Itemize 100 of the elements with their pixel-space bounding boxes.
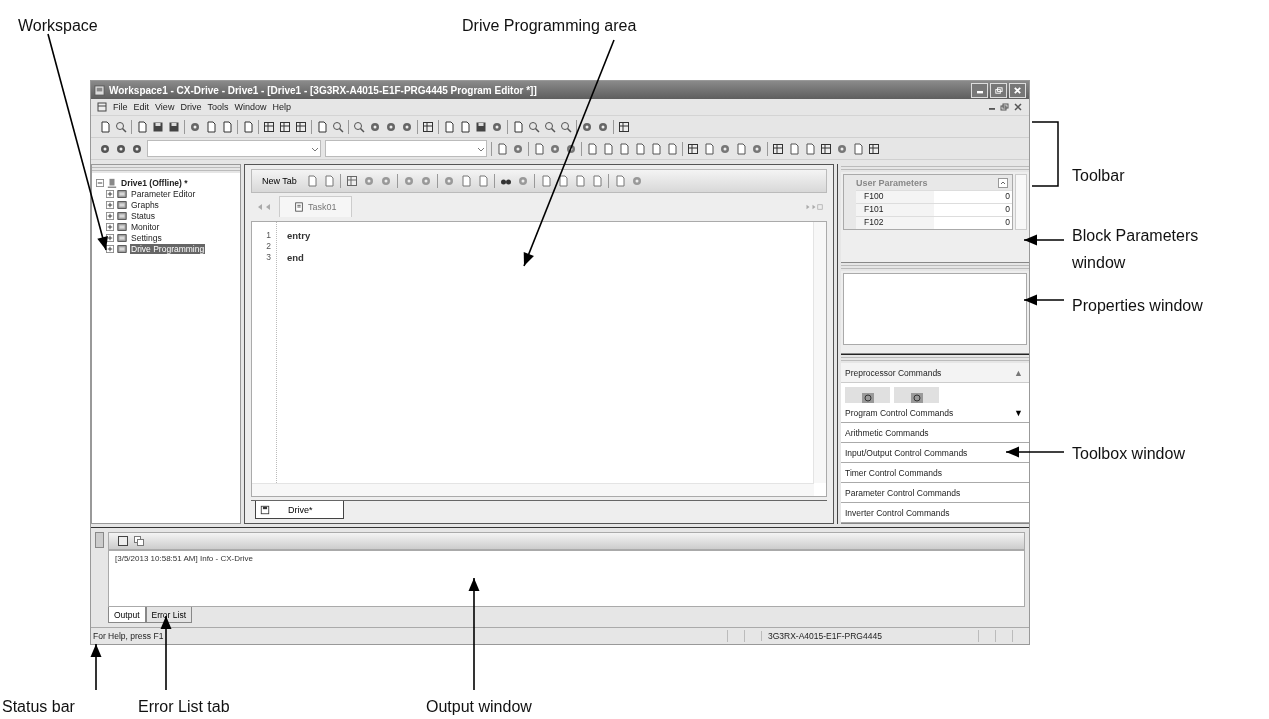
toolbox-section[interactable]: Timer Control Commands — [841, 463, 1029, 483]
toolbox-section[interactable]: Inverter Control Commands — [841, 503, 1029, 523]
tree-item[interactable]: Graphs — [130, 199, 160, 210]
dropdown-field[interactable] — [147, 140, 321, 157]
toolbox-section[interactable]: Arithmetic Commands — [841, 423, 1029, 443]
collapse-icon[interactable] — [998, 177, 1008, 188]
magnifier-icon[interactable] — [332, 120, 344, 133]
toolbox-section[interactable]: Preprocessor Commands ▲ — [841, 363, 1029, 383]
toolbox-section[interactable]: Parameter Control Commands — [841, 483, 1029, 503]
restore-icon[interactable] — [999, 102, 1009, 112]
parameter-value[interactable]: 0 — [934, 204, 1012, 216]
folder-icon — [117, 210, 127, 221]
callout-label: Block Parameters window — [1072, 226, 1200, 274]
tree-item[interactable]: Drive Programming — [130, 243, 206, 254]
close-button[interactable] — [1009, 82, 1026, 98]
parameter-name: F101 — [856, 204, 934, 216]
magnifier-icon[interactable] — [560, 120, 572, 133]
callout-label: Workspace — [18, 16, 98, 36]
horizontal-scrollbar[interactable] — [252, 483, 814, 496]
menu-item[interactable]: Drive — [180, 102, 202, 112]
grid-icon[interactable] — [295, 120, 307, 133]
new-tab-button[interactable]: New Tab — [258, 176, 301, 186]
folder-icon — [117, 232, 127, 243]
parameter-value[interactable]: 0 — [934, 191, 1012, 203]
task-icon — [294, 202, 304, 212]
log-line: [3/5/2013 10:58:51 AM] Info - CX-Drive — [115, 554, 254, 563]
tree-item[interactable]: Parameter Editor — [130, 188, 197, 199]
output-tab[interactable]: Output — [108, 607, 146, 623]
grid-icon[interactable] — [687, 142, 699, 155]
drive-model: 3G3RX-A4015-E1F-PRG4445 — [761, 631, 978, 641]
bracket-line — [1031, 121, 1059, 187]
parameter-name: F100 — [856, 191, 934, 203]
app-icon — [94, 84, 105, 96]
callout-label: Status bar — [2, 697, 75, 717]
clear-icon[interactable] — [117, 535, 129, 547]
code-editor[interactable]: 1 2 3 entry end — [251, 221, 827, 497]
leader-arrow — [1005, 446, 1065, 458]
callout-label: Toolbar — [1072, 166, 1125, 186]
magnifier-icon[interactable] — [115, 120, 127, 133]
menu-item[interactable]: View — [155, 102, 175, 112]
minimize-button[interactable] — [971, 82, 988, 98]
folder-icon — [117, 188, 127, 199]
menu-item[interactable]: Help — [272, 102, 291, 112]
grid-icon[interactable] — [772, 142, 784, 155]
restore-icon — [993, 85, 1004, 95]
callout-label: Properties window — [1072, 296, 1203, 316]
grid-icon[interactable] — [868, 142, 880, 155]
expand-icon[interactable] — [106, 244, 114, 253]
tree-item[interactable]: Drive1 (Offline) * — [120, 177, 189, 188]
leader-arrow — [1023, 234, 1065, 246]
vertical-scrollbar[interactable] — [813, 222, 826, 483]
status-text: For Help, press F1 — [92, 631, 164, 641]
close-icon — [1012, 85, 1023, 95]
magnifier-icon[interactable] — [544, 120, 556, 133]
drive-icon — [107, 177, 117, 188]
grid-icon[interactable] — [345, 175, 358, 187]
command-button[interactable] — [845, 387, 890, 403]
parameter-name: F102 — [856, 217, 934, 229]
close-icon[interactable] — [1013, 102, 1023, 112]
page-icon[interactable] — [556, 175, 569, 187]
tree-item[interactable]: Monitor — [130, 221, 161, 232]
leader-arrow — [1023, 294, 1065, 306]
code-line: entry — [287, 230, 311, 241]
document-tab[interactable]: Drive* — [255, 501, 344, 519]
callout-label: Output window — [426, 697, 532, 717]
copy-icon[interactable] — [133, 535, 145, 547]
magnifier-icon[interactable] — [353, 120, 365, 133]
output-tab[interactable]: Error List — [145, 607, 192, 623]
collapse-icon[interactable] — [96, 178, 104, 187]
menu-item[interactable]: Tools — [207, 102, 229, 112]
magnifier-icon[interactable] — [528, 120, 540, 133]
line-number: 2 — [265, 241, 272, 252]
restore-button[interactable] — [990, 82, 1007, 98]
leader-arrow — [90, 643, 102, 691]
toolbox-section[interactable]: Program Control Commands ▼ — [841, 403, 1029, 423]
group-title: User Parameters — [856, 177, 928, 188]
callout-label: Error List tab — [138, 697, 230, 717]
callout-label: Toolbox window — [1072, 444, 1185, 464]
parameter-value[interactable]: 0 — [934, 217, 1012, 229]
folder-icon — [117, 199, 127, 210]
menu-item[interactable]: File — [113, 102, 128, 112]
grid-icon[interactable] — [618, 120, 630, 133]
menu-item[interactable]: Window — [234, 102, 267, 112]
vertical-scrollbar[interactable] — [1015, 174, 1027, 230]
grid-icon[interactable] — [279, 120, 291, 133]
line-number: 3 — [265, 252, 272, 263]
line-number: 1 — [265, 230, 272, 241]
tree-item[interactable]: Status — [130, 210, 157, 221]
tree-item[interactable]: Settings — [130, 232, 163, 243]
grid-icon[interactable] — [263, 120, 275, 133]
menu-item[interactable]: Edit — [133, 102, 150, 112]
window-title: Workspace1 - CX-Drive - Drive1 - [Drive1 - [3G3RX-A4015-E1F-PRG4445 Program Editor *]] — [109, 84, 537, 96]
grid-icon[interactable] — [422, 120, 434, 133]
callout-label: Drive Programming area — [462, 16, 637, 36]
editor-tab[interactable]: Task01 — [279, 196, 352, 217]
document-icon — [97, 102, 107, 112]
grid-icon[interactable] — [820, 142, 832, 155]
dropdown-field[interactable] — [325, 140, 487, 157]
code-line: end — [287, 252, 304, 263]
command-button[interactable] — [894, 387, 939, 403]
